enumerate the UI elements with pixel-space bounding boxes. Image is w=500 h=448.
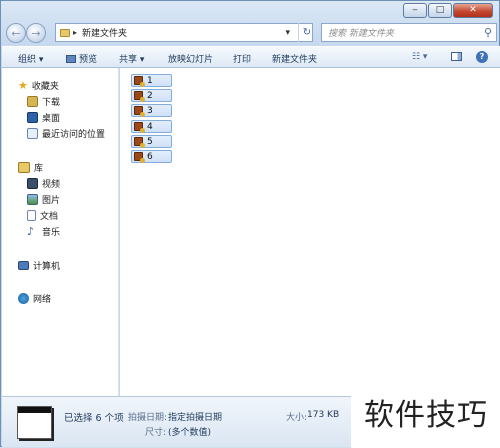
file-item[interactable]: 5 (131, 135, 172, 148)
sidebar-label: 网络 (33, 295, 52, 305)
file-name: 6 (147, 151, 153, 162)
image-file-icon (134, 152, 145, 163)
sidebar-label: 文档 (40, 212, 59, 222)
dimensions-label: 尺寸: (145, 428, 167, 438)
sidebar-item-documents[interactable]: 文档 (27, 209, 58, 222)
desktop-icon (27, 112, 38, 123)
image-file-icon (134, 122, 145, 133)
refresh-icon: ↻ (302, 27, 312, 38)
sidebar-label: 音乐 (42, 228, 61, 238)
caption-buttons: ‒ □ ✕ (403, 3, 493, 18)
pictures-icon (27, 194, 38, 205)
forward-button[interactable]: → (26, 23, 46, 43)
breadcrumb-current[interactable]: 新建文件夹 (82, 26, 127, 39)
sidebar-item-music[interactable]: ♪ 音乐 (27, 225, 60, 238)
sidebar-item-computer[interactable]: 计算机 (18, 259, 60, 272)
share-menu[interactable]: 共享 ▾ (119, 52, 144, 65)
sidebar-item-recent[interactable]: 最近访问的位置 (27, 127, 105, 140)
date-taken-value[interactable]: 指定拍摄日期 (168, 410, 222, 423)
file-item[interactable]: 4 (131, 120, 172, 133)
sidebar-item-download[interactable]: 下载 (27, 95, 60, 108)
file-item[interactable]: 2 (131, 89, 172, 102)
music-icon: ♪ (27, 225, 35, 238)
slideshow-button[interactable]: 放映幻灯片 (168, 52, 213, 65)
file-item[interactable]: 1 (131, 74, 172, 87)
file-item[interactable]: 6 (131, 150, 172, 163)
video-icon (27, 178, 38, 189)
sidebar-label: 桌面 (42, 114, 61, 124)
sidebar-label: 下载 (42, 98, 61, 108)
file-name: 1 (147, 75, 153, 86)
preview-button[interactable]: 预览 (66, 52, 97, 65)
watermark: 软件技巧 (351, 375, 500, 448)
refresh-button[interactable]: ↻ (298, 23, 315, 42)
file-name: 2 (147, 90, 153, 101)
forward-arrow-icon: → (31, 26, 41, 40)
computer-icon (18, 261, 29, 270)
image-file-icon (134, 91, 145, 102)
search-placeholder: 搜索 新建文件夹 (328, 29, 394, 39)
sidebar-label: 收藏夹 (31, 82, 59, 92)
search-input[interactable]: 搜索 新建文件夹 ⚲ (321, 23, 497, 42)
back-arrow-icon: ← (11, 26, 21, 40)
address-dropdown-icon[interactable]: ▾ (285, 28, 290, 38)
sidebar-item-desktop[interactable]: 桌面 (27, 111, 60, 124)
help-icon[interactable]: ? (476, 51, 488, 63)
sidebar-label: 图片 (42, 196, 61, 206)
file-list: 1 2 3 4 5 6 (120, 68, 500, 396)
sidebar-item-video[interactable]: 视频 (27, 177, 60, 190)
file-name: 3 (147, 105, 153, 116)
library-icon (18, 162, 30, 173)
preview-label: 预览 (79, 55, 98, 65)
sidebar-label: 库 (34, 164, 44, 174)
file-name: 5 (147, 136, 153, 147)
explorer-window: ‒ □ ✕ ← → ▸ 新建文件夹 ▾ ↻ 搜索 新建文件夹 ⚲ 组织 ▾ 预览… (0, 0, 500, 448)
folder-icon (60, 28, 70, 37)
minimize-button[interactable]: ‒ (403, 3, 427, 18)
preview-icon (66, 55, 76, 63)
size-label: 大小: (286, 413, 308, 423)
new-folder-button[interactable]: 新建文件夹 (272, 52, 317, 65)
date-taken-label: 拍摄日期: (128, 413, 168, 423)
sidebar-label: 视频 (42, 180, 61, 190)
file-name: 4 (147, 121, 153, 132)
sidebar-item-favorites[interactable]: ★ 收藏夹 (18, 79, 59, 92)
image-file-icon (134, 76, 145, 87)
download-folder-icon (27, 96, 38, 107)
network-icon (18, 293, 29, 304)
back-button[interactable]: ← (6, 23, 26, 43)
address-bar[interactable]: ▸ 新建文件夹 ▾ (55, 23, 313, 42)
breadcrumb-arrow-icon[interactable]: ▸ (73, 28, 77, 37)
recent-places-icon (27, 128, 38, 139)
sidebar-item-library[interactable]: 库 (18, 161, 43, 174)
navigation-pane: ★ 收藏夹 下载 桌面 最近访问的位置 库 视频 图片 文档 ♪ 音乐 计算机 … (2, 68, 119, 396)
image-file-icon (134, 137, 145, 148)
organize-menu[interactable]: 组织 ▾ (18, 52, 43, 65)
preview-pane-icon[interactable] (451, 52, 462, 64)
search-icon[interactable]: ⚲ (484, 26, 492, 39)
documents-icon (27, 210, 36, 221)
maximize-button[interactable]: □ (428, 3, 452, 18)
view-options-icon[interactable]: ☷ ▾ (412, 52, 427, 62)
print-button[interactable]: 打印 (233, 52, 251, 65)
close-button[interactable]: ✕ (453, 3, 493, 18)
selection-thumbnail (17, 406, 52, 439)
sidebar-label: 最近访问的位置 (42, 130, 106, 140)
file-item[interactable]: 3 (131, 104, 172, 117)
image-file-icon (134, 106, 145, 117)
sidebar-item-pictures[interactable]: 图片 (27, 193, 60, 206)
star-icon: ★ (18, 79, 28, 92)
sidebar-label: 计算机 (33, 262, 61, 272)
selected-count: 已选择 6 个项 (64, 413, 124, 424)
command-bar: 组织 ▾ 预览 共享 ▾ 放映幻灯片 打印 新建文件夹 ☷ ▾ ? (2, 46, 500, 68)
size-value: 173 KB (307, 410, 340, 420)
dimensions-value: (多个数值) (168, 428, 212, 438)
sidebar-item-network[interactable]: 网络 (18, 292, 51, 305)
